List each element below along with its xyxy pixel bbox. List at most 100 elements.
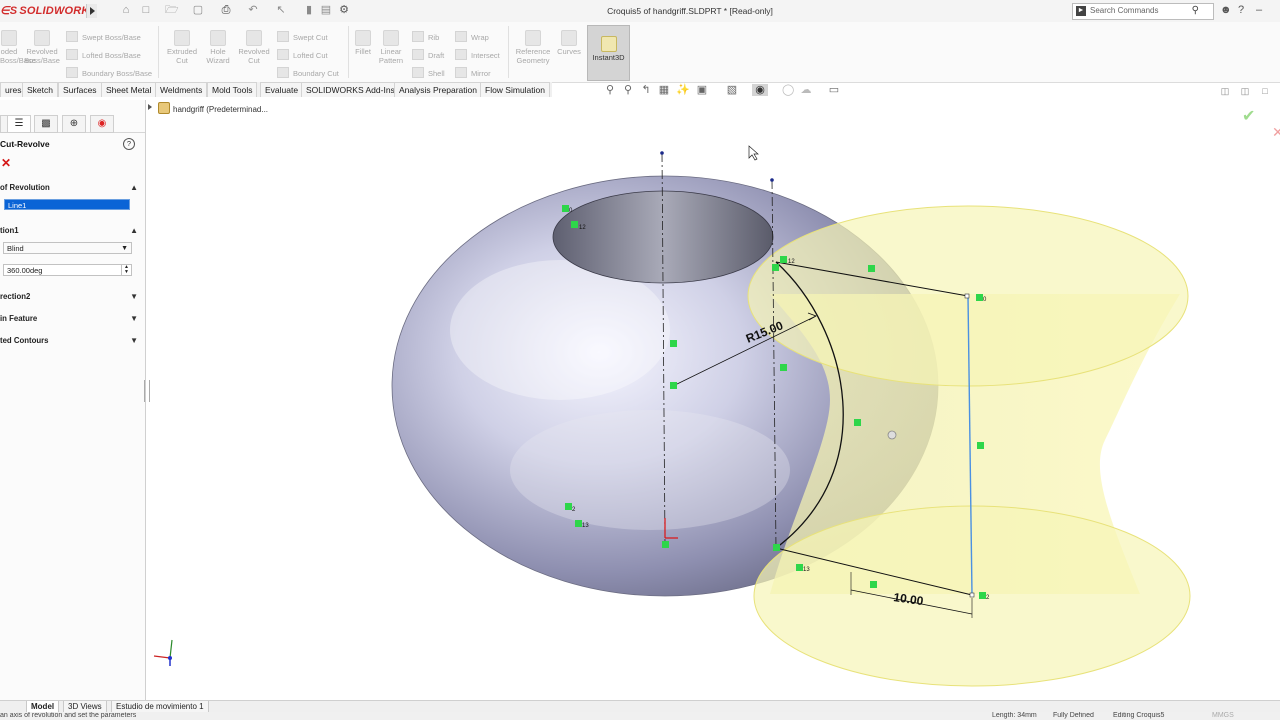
rib-button[interactable]: Rib [412, 31, 439, 42]
mirror-button[interactable]: Mirror [455, 67, 491, 78]
boundary-boss-button[interactable]: Boundary Boss/Base [66, 67, 152, 78]
draft-button[interactable]: Draft [412, 49, 444, 60]
tab-solidworks-add-ins[interactable]: SOLIDWORKS Add-Ins [301, 82, 400, 97]
coincident-relation-glyph[interactable] [854, 419, 861, 426]
file-properties-icon[interactable]: ▤ [320, 4, 332, 16]
shell-button[interactable]: Shell [412, 67, 445, 78]
relation-glyph[interactable] [796, 564, 803, 571]
tab-sketch[interactable]: Sketch [22, 82, 58, 97]
swept-cut-button[interactable]: Swept Cut [277, 31, 328, 42]
minimize-icon[interactable]: – [1256, 4, 1262, 16]
vertical-relation-glyph[interactable] [670, 340, 677, 347]
coincident-relation-glyph[interactable] [772, 264, 779, 271]
edit-appearance-icon[interactable]: ◯ [782, 84, 794, 96]
restore-icon[interactable]: ◫ [1220, 86, 1230, 96]
expand-chevron-icon[interactable]: ▼ [130, 292, 138, 301]
relation-glyph[interactable] [780, 256, 787, 263]
close-viewport-icon[interactable]: □ [1260, 86, 1270, 96]
linear-pattern-button[interactable]: Linear Pattern [376, 30, 406, 65]
save-icon[interactable]: ▢ [192, 4, 204, 16]
help-icon[interactable]: ? [1238, 4, 1244, 16]
coincident-relation-glyph[interactable] [662, 541, 669, 548]
vertical-relation-glyph[interactable] [977, 442, 984, 449]
torus-hole[interactable] [552, 190, 774, 284]
relation-glyph[interactable] [979, 592, 986, 599]
sketch-point[interactable] [660, 151, 664, 155]
horizontal-relation-glyph[interactable] [870, 581, 877, 588]
horizontal-relation-glyph[interactable] [868, 265, 875, 272]
section-selected-contours[interactable]: ted Contours ▼ [0, 336, 138, 345]
tab-weldments[interactable]: Weldments [155, 82, 208, 97]
help-icon[interactable]: ? [123, 138, 135, 150]
relation-glyph[interactable] [571, 221, 578, 228]
relation-glyph[interactable] [575, 520, 582, 527]
section-direction2[interactable]: rection2 ▼ [0, 292, 138, 301]
swept-boss-button[interactable]: Swept Boss/Base [66, 31, 141, 42]
search-input[interactable]: Search Commands [1090, 6, 1158, 15]
coincident-relation-glyph[interactable] [773, 544, 780, 551]
user-icon[interactable]: ☻ [1220, 4, 1232, 16]
tab-flow-simulation[interactable]: Flow Simulation [480, 82, 550, 97]
section-axis-of-revolution[interactable]: of Revolution ▲ [0, 183, 138, 192]
expand-chevron-icon[interactable]: ▼ [130, 336, 138, 345]
open-icon[interactable]: 🗁 [165, 4, 179, 16]
end-condition-select[interactable]: Blind ▼ [3, 242, 132, 254]
revolved-cut-button[interactable]: Revolved Cut [236, 30, 272, 65]
displaymanager-tab-icon[interactable]: ◉ [90, 115, 114, 133]
boundary-cut-button[interactable]: Boundary Cut [277, 67, 339, 78]
relation-glyph[interactable] [562, 205, 569, 212]
menu-expand-arrow-icon[interactable] [86, 4, 97, 18]
view-settings-icon[interactable]: ▭ [828, 84, 840, 96]
axis-of-revolution-field[interactable]: Line1 [4, 199, 130, 210]
search-icon[interactable]: ⚲ [1192, 5, 1199, 16]
tab-evaluate[interactable]: Evaluate [260, 82, 304, 97]
section-view-icon[interactable]: ▦ [658, 84, 670, 96]
instant3d-button[interactable]: Instant3D [587, 25, 630, 81]
expand-chevron-icon[interactable]: ▼ [130, 314, 138, 323]
section-direction1[interactable]: tion1 ▲ [0, 226, 138, 235]
curves-button[interactable]: Curves [555, 30, 583, 56]
apply-scene-icon[interactable]: ☁ [800, 84, 812, 96]
lofted-boss-button[interactable]: Lofted Boss/Base [66, 49, 141, 60]
zoom-to-fit-icon[interactable]: ⚲ [604, 84, 616, 96]
tab-analysis-preparation[interactable]: Analysis Preparation [394, 82, 482, 97]
featuremanager-tab-icon[interactable]: ☰ [7, 115, 31, 133]
options-gear-icon[interactable]: ⚙ [338, 4, 350, 16]
coincident-relation-glyph[interactable] [670, 382, 677, 389]
rebuild-icon[interactable]: ▮ [303, 4, 315, 16]
lofted-cut-button[interactable]: Lofted Cut [277, 49, 328, 60]
intersect-button[interactable]: Intersect [455, 49, 500, 60]
spin-buttons-icon[interactable]: ▲ ▼ [121, 265, 131, 275]
sketch-point[interactable] [964, 293, 970, 299]
previous-view-icon[interactable]: ↰ [640, 84, 652, 96]
sketch-point[interactable] [969, 592, 975, 598]
collapse-chevron-icon[interactable]: ▲ [130, 183, 138, 192]
view-orientation-icon[interactable]: ▣ [696, 84, 708, 96]
tab-sheet-metal[interactable]: Sheet Metal [101, 82, 157, 97]
dropdown-arrow-icon[interactable]: ▼ [121, 243, 128, 255]
propertymanager-tab-icon[interactable]: ▩ [34, 115, 58, 133]
reference-geometry-button[interactable]: Reference Geometry [512, 30, 554, 65]
tab-surfaces[interactable]: Surfaces [58, 82, 102, 97]
print-icon[interactable]: ⎙ [220, 4, 232, 16]
graphics-area[interactable]: R15.00 10.00 0 12 12 0 2 13 13 2 [146, 100, 1280, 700]
relation-glyph[interactable] [565, 503, 572, 510]
section-thin-feature[interactable]: in Feature ▼ [0, 314, 138, 323]
fillet-button[interactable]: Fillet [350, 30, 376, 56]
select-icon[interactable]: ↖ [275, 4, 287, 16]
display-style-icon[interactable]: ▧ [726, 84, 738, 96]
new-document-icon[interactable]: □ [140, 4, 152, 16]
cancel-close-icon[interactable]: ✕ [1, 156, 11, 170]
collapse-chevron-icon[interactable]: ▲ [130, 226, 138, 235]
hole-wizard-button[interactable]: Hole Wizard [202, 30, 234, 65]
extruded-boss-button[interactable]: oded Boss/Base [0, 30, 36, 65]
vertical-relation-glyph[interactable] [780, 364, 787, 371]
angle-input[interactable]: 360.00deg ▲ ▼ [3, 264, 132, 276]
drag-handle-icon[interactable] [887, 430, 897, 440]
configurationmanager-tab-icon[interactable]: ⊕ [62, 115, 86, 133]
extruded-cut-button[interactable]: Extruded Cut [163, 30, 201, 65]
search-commands-box[interactable]: ► Search Commands ⚲ [1072, 3, 1214, 20]
zoom-to-area-icon[interactable]: ⚲ [622, 84, 634, 96]
status-units[interactable]: MMGS [1212, 712, 1234, 719]
undo-icon[interactable]: ↶ [247, 4, 259, 16]
